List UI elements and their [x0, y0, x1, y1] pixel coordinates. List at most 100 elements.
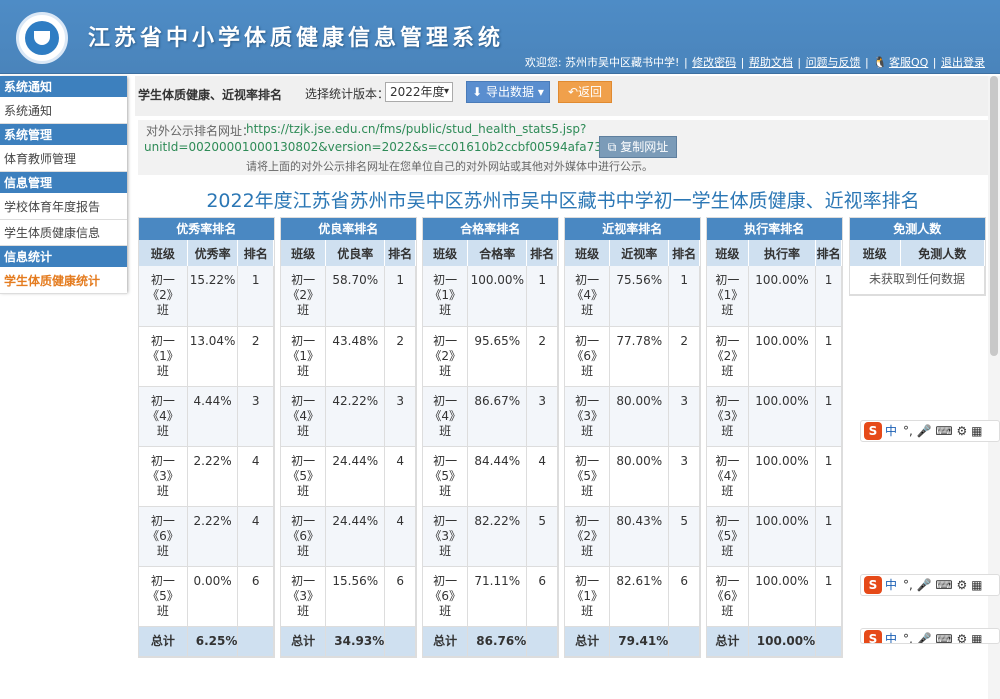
column-header: 班级 — [707, 240, 749, 266]
exempt-table: 免测人数 班级 免测人数 未获取到任何数据 — [849, 217, 986, 296]
version-select[interactable]: 2022年度 ▾ — [385, 82, 453, 102]
user-bar: 欢迎您: 苏州市吴中区藏书中学! | 修改密码 | 帮助文档 | 问题与反馈 |… — [524, 56, 985, 69]
rate-cell: 100.00% — [748, 506, 817, 567]
public-url-line1[interactable]: https://tzjk.jse.edu.cn/fms/public/stud_… — [246, 122, 586, 136]
ime-punct: °, — [903, 424, 913, 438]
page-heading: 学生体质健康、近视率排名 — [138, 88, 283, 102]
ime-punct: °, — [903, 578, 913, 592]
total-row: 总计 6.25% — [139, 626, 274, 657]
sidebar-section-info[interactable]: 信息管理 — [0, 172, 127, 194]
back-button[interactable]: ↶返回 — [558, 81, 612, 103]
rank-cell: 4 — [384, 446, 416, 507]
rank-cell: 1 — [526, 266, 558, 327]
rate-cell: 15.22% — [187, 266, 239, 327]
table-row: 初一 《6》 班 77.78% 2 — [565, 326, 700, 387]
total-rank — [815, 626, 842, 657]
table-row: 初一 《2》 班 80.43% 5 — [565, 506, 700, 567]
service-qq-link[interactable]: 客服QQ — [889, 56, 928, 69]
help-docs-link[interactable]: 帮助文档 — [749, 56, 793, 69]
rank-cell: 3 — [526, 386, 558, 447]
rank-cell: 2 — [384, 326, 416, 387]
chevron-down-icon: ▾ — [443, 86, 449, 97]
table-row: 初一 《3》 班 15.56% 6 — [281, 566, 416, 627]
copy-url-button[interactable]: ⧉ 复制网址 — [599, 136, 677, 158]
column-header: 班级 — [281, 240, 327, 266]
rank-cell: 1 — [815, 566, 842, 627]
rank-cell: 1 — [668, 266, 700, 327]
column-header: 排名 — [237, 240, 274, 266]
rank-cell: 6 — [384, 566, 416, 627]
class-cell: 初一 《1》 班 — [565, 566, 611, 627]
app-header: 江苏省中小学体质健康信息管理系统 欢迎您: 苏州市吴中区藏书中学! | 修改密码… — [0, 0, 1000, 74]
table-row: 初一 《5》 班 84.44% 4 — [423, 446, 558, 507]
copy-icon: ⧉ — [607, 140, 621, 154]
table-row: 初一 《6》 班 100.00% 1 — [707, 566, 842, 627]
table-row: 初一 《2》 班 100.00% 1 — [707, 326, 842, 387]
export-data-button[interactable]: ⬇ 导出数据 ▾ — [466, 81, 550, 103]
class-cell: 初一 《3》 班 — [281, 566, 327, 627]
column-header: 排名 — [668, 240, 700, 266]
rank-cell: 1 — [815, 386, 842, 447]
table-row: 初一 《1》 班 43.48% 2 — [281, 326, 416, 387]
logout-link[interactable]: 退出登录 — [941, 56, 985, 69]
sidebar-section-notice[interactable]: 系统通知 — [0, 76, 127, 98]
rate-cell: 4.44% — [187, 386, 239, 447]
ime-toolbar[interactable]: S 中 °, 🎤 ⌨ ⚙ ▦ — [860, 420, 1000, 442]
total-rate: 6.25% — [187, 626, 239, 657]
total-row: 总计 34.93% — [281, 626, 416, 657]
column-header: 执行率 — [748, 240, 817, 266]
sidebar-item-pe-teachers[interactable]: 体育教师管理 — [0, 146, 127, 172]
total-label: 总计 — [139, 626, 188, 657]
ime-toolbar[interactable]: S 中 °, 🎤 ⌨ ⚙ ▦ — [860, 574, 1000, 596]
table-caption: 优良率排名 — [281, 218, 416, 240]
table-caption: 执行率排名 — [707, 218, 842, 240]
rank-cell: 1 — [815, 266, 842, 327]
class-cell: 初一 《6》 班 — [423, 566, 469, 627]
sidebar-section-system[interactable]: 系统管理 — [0, 124, 127, 146]
total-row: 总计 100.00% — [707, 626, 842, 657]
ime-punct: °, — [903, 632, 913, 644]
table-row: 初一 《4》 班 4.44% 3 — [139, 386, 274, 447]
rate-cell: 82.22% — [467, 506, 528, 567]
table-row: 初一 《4》 班 100.00% 1 — [707, 446, 842, 507]
table-row: 初一 《5》 班 24.44% 4 — [281, 446, 416, 507]
sidebar-section-stats[interactable]: 信息统计 — [0, 246, 127, 268]
change-password-link[interactable]: 修改密码 — [692, 56, 736, 69]
class-cell: 初一 《4》 班 — [707, 446, 749, 507]
total-label: 总计 — [565, 626, 611, 657]
rank-cell: 2 — [237, 326, 274, 387]
class-cell: 初一 《5》 班 — [281, 446, 327, 507]
class-cell: 初一 《1》 班 — [423, 266, 469, 327]
rank-cell: 2 — [668, 326, 700, 387]
qq-icon: 🐧 — [873, 56, 887, 69]
rate-cell: 75.56% — [609, 266, 670, 327]
rank-cell: 3 — [668, 446, 700, 507]
rank-cell: 4 — [237, 506, 274, 567]
rank-cell: 1 — [237, 266, 274, 327]
back-label: 返回 — [578, 85, 603, 99]
table-caption: 优秀率排名 — [139, 218, 274, 240]
table-row: 初一 《6》 班 71.11% 6 — [423, 566, 558, 627]
scrollbar[interactable] — [988, 76, 1000, 699]
sidebar-item-annual-report[interactable]: 学校体育年度报告 — [0, 194, 127, 220]
rate-cell: 24.44% — [325, 506, 386, 567]
total-rate: 86.76% — [467, 626, 528, 657]
sidebar-item-health-stats[interactable]: 学生体质健康统计 — [0, 268, 127, 294]
table-row: 初一 《3》 班 2.22% 4 — [139, 446, 274, 507]
public-url-line2[interactable]: unitId=00200001000130802&version=2022&s=… — [144, 140, 665, 154]
feedback-link[interactable]: 问题与反馈 — [806, 56, 861, 69]
ime-toolbar[interactable]: S 中 °, 🎤 ⌨ ⚙ ▦ — [860, 628, 1000, 644]
sidebar-item-notice[interactable]: 系统通知 — [0, 98, 127, 124]
total-rate: 34.93% — [325, 626, 386, 657]
column-header: 合格率 — [467, 240, 528, 266]
table-row: 初一 《6》 班 2.22% 4 — [139, 506, 274, 567]
rate-cell: 95.65% — [467, 326, 528, 387]
sidebar-item-student-health[interactable]: 学生体质健康信息 — [0, 220, 127, 246]
class-cell: 初一 《2》 班 — [707, 326, 749, 387]
scroll-thumb[interactable] — [990, 76, 998, 356]
public-url-label: 对外公示排名网址： — [146, 124, 255, 138]
total-rate: 79.41% — [609, 626, 670, 657]
table-caption: 免测人数 — [850, 218, 985, 240]
toolbar: 学生体质健康、近视率排名 选择统计版本： 2022年度 ▾ ⬇ 导出数据 ▾ ↶返… — [135, 76, 988, 116]
rate-cell: 100.00% — [748, 566, 817, 627]
